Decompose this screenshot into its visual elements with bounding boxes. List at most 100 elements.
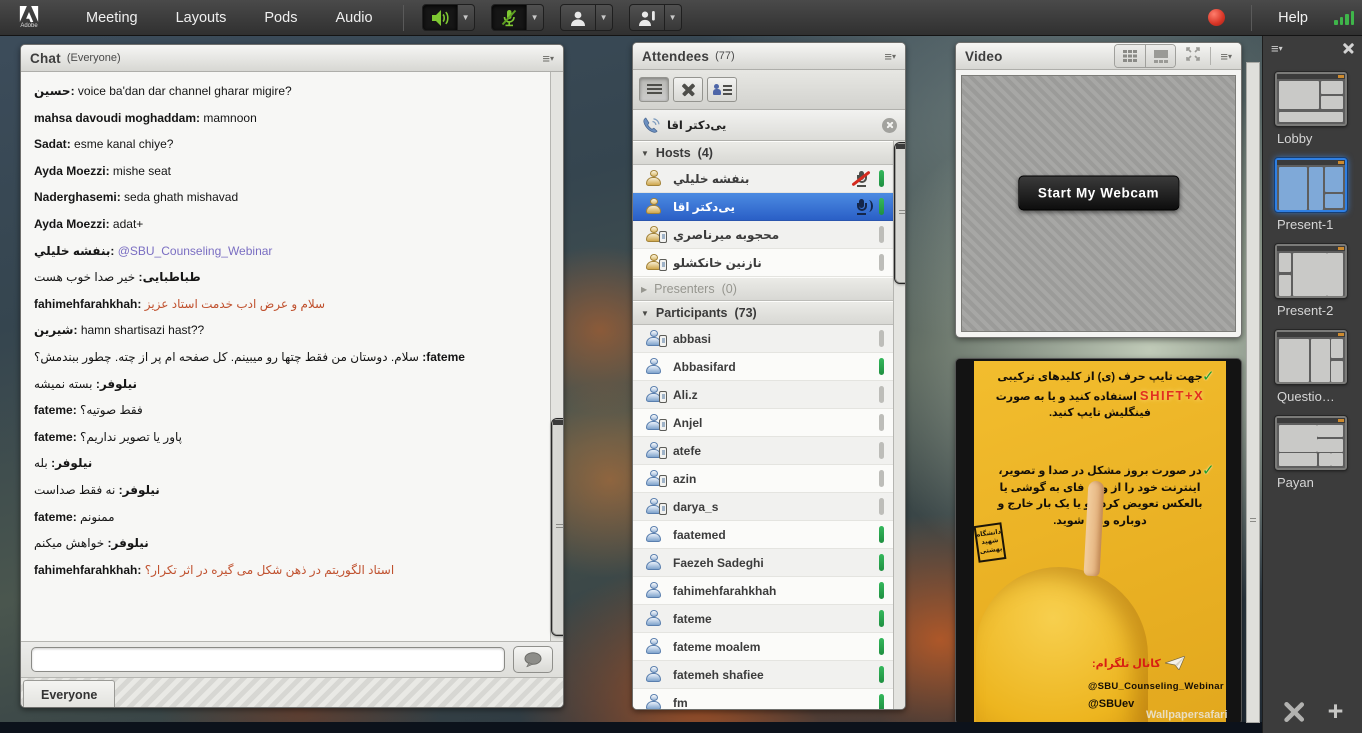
attendee-row[interactable]: fateme moalem <box>633 633 893 661</box>
chat-message: بنفشه خليلي@SBU_Counseling_Webinar <box>34 244 540 260</box>
send-message-button[interactable] <box>513 646 553 673</box>
menu-layouts[interactable]: Layouts <box>176 10 227 26</box>
stage-scrollbar[interactable] <box>1246 62 1260 723</box>
menu-pods[interactable]: Pods <box>264 10 297 26</box>
layout-thumbnail[interactable] <box>1275 72 1347 126</box>
mobile-badge-icon <box>659 447 667 459</box>
participants-expand-icon[interactable]: ▼ <box>641 309 649 318</box>
attendee-row[interactable]: Abbasifard <box>633 353 893 381</box>
chat-scrollbar[interactable] <box>550 72 563 641</box>
attendees-scrollbar-thumb[interactable] <box>895 143 906 283</box>
attendee-row[interactable]: fm <box>633 689 893 709</box>
chat-message: mahsa davoudi moghaddammamnoon <box>34 111 540 127</box>
menu-audio[interactable]: Audio <box>335 10 372 26</box>
attendee-row[interactable]: darya_s <box>633 493 893 521</box>
layout-item[interactable]: Questio… <box>1275 330 1350 404</box>
chat-message-author: طباطبایی <box>135 270 200 284</box>
webcam-button[interactable] <box>560 4 596 31</box>
layout-thumbnail[interactable] <box>1275 416 1347 470</box>
attendee-row[interactable]: fahimehfarahkhah <box>633 577 893 605</box>
chat-message-author: نیلوفر <box>92 377 137 391</box>
attendees-pod-title: Attendees <box>642 49 709 64</box>
attendees-pod-menu-icon[interactable]: ≡▾ <box>884 50 896 63</box>
mobile-badge-icon <box>659 391 667 403</box>
attendee-row[interactable]: atefe <box>633 437 893 465</box>
microphone-dropdown[interactable]: ▼ <box>527 4 544 31</box>
menu-meeting[interactable]: Meeting <box>86 10 138 26</box>
attendee-row[interactable]: Ali.z <box>633 381 893 409</box>
dismiss-speaker-button[interactable] <box>882 118 897 133</box>
fullscreen-arrows-icon <box>1185 47 1201 61</box>
attendee-avatar-icon <box>645 666 664 683</box>
raise-hand-dropdown[interactable]: ▼ <box>665 4 682 31</box>
connection-status-bar <box>879 498 884 515</box>
filmstrip-view-button[interactable] <box>1145 45 1175 67</box>
attendees-list[interactable]: ▼ Hosts (4) بنفشه خليلي <box>633 141 893 709</box>
attendee-avatar-icon <box>645 638 664 655</box>
status-view-button[interactable] <box>707 77 737 102</box>
layout-thumbnail[interactable] <box>1275 158 1347 212</box>
layout-item[interactable]: Present-2 <box>1275 244 1350 318</box>
attendee-row[interactable]: abbasi <box>633 325 893 353</box>
attendee-row[interactable]: fatemeh shafiee <box>633 661 893 689</box>
chat-message-text: فقط صوتیه؟ <box>80 403 143 417</box>
layouts-menu-icon[interactable]: ≡▾ <box>1271 41 1283 56</box>
close-icon[interactable] <box>1343 43 1354 54</box>
attendee-row[interactable]: یی‌دکتر اقا <box>633 193 893 221</box>
attendee-row[interactable]: بنفشه خليلي <box>633 165 893 193</box>
chat-message-text: سلام. دوستان من فقط چتها رو میبینم. کل ص… <box>34 350 419 364</box>
attendee-row[interactable]: Faezeh Sadeghi <box>633 549 893 577</box>
chat-pod-menu-icon[interactable]: ≡▾ <box>542 52 554 65</box>
active-speaker-name: یی‌دکتر اقا <box>667 118 726 132</box>
attendee-row[interactable]: Anjel <box>633 409 893 437</box>
presenters-section-header[interactable]: ▶ Presenters (0) <box>633 277 893 301</box>
attendee-row[interactable]: faatemed <box>633 521 893 549</box>
recording-indicator[interactable] <box>1208 9 1225 26</box>
presenters-expand-icon[interactable]: ▶ <box>641 285 647 294</box>
layout-thumbnail[interactable] <box>1275 330 1347 384</box>
hosts-expand-icon[interactable]: ▼ <box>641 149 649 158</box>
start-webcam-button[interactable]: Start My Webcam <box>1018 176 1179 211</box>
list-view-button[interactable] <box>639 77 669 102</box>
chat-message-text: esme kanal chiye? <box>74 137 173 151</box>
webcam-dropdown[interactable]: ▼ <box>596 4 613 31</box>
participants-section-header[interactable]: ▼ Participants (73) <box>633 301 893 325</box>
add-layout-button[interactable]: + <box>1328 698 1344 725</box>
speaker-button[interactable] <box>422 4 458 31</box>
chat-message-text: @SBU_Counseling_Webinar <box>118 244 273 258</box>
microphone-button[interactable] <box>491 4 527 31</box>
attendee-name: fatemeh shafiee <box>673 668 870 682</box>
help-menu[interactable]: Help <box>1278 10 1308 26</box>
attendee-name: darya_s <box>673 500 870 514</box>
attendee-row[interactable]: fateme <box>633 605 893 633</box>
chat-message: fatemeپاور یا تصویر نداریم؟ <box>34 430 540 446</box>
layout-item[interactable]: Payan <box>1275 416 1350 490</box>
fullscreen-button[interactable] <box>1185 47 1201 66</box>
layout-thumbnail[interactable] <box>1275 244 1347 298</box>
raise-hand-button[interactable] <box>629 4 665 31</box>
attendees-pod: Attendees (77) ≡▾ یی‌دکتر اقا ▼ Hosts (4… <box>632 42 906 710</box>
chat-scrollbar-thumb[interactable] <box>552 419 564 635</box>
grid-view-button[interactable] <box>1115 45 1145 67</box>
layout-item[interactable]: Present-1 <box>1275 158 1350 232</box>
telegram-label: کانال تلگرام: <box>1092 657 1161 670</box>
video-pod-menu-icon[interactable]: ≡▾ <box>1220 50 1232 63</box>
attendee-row[interactable]: محجوبه میرناصري <box>633 221 893 249</box>
chat-message-text: بسته نمیشه <box>34 377 92 391</box>
hosts-section-header[interactable]: ▼ Hosts (4) <box>633 141 893 165</box>
chat-messages[interactable]: حسینvoice ba'dan dar channel gharar migi… <box>21 72 550 641</box>
chat-input[interactable] <box>31 647 505 672</box>
menubar-separator <box>403 5 404 31</box>
speaker-dropdown[interactable]: ▼ <box>458 4 475 31</box>
attendee-row[interactable]: azin <box>633 465 893 493</box>
speech-bubble-icon <box>523 652 543 668</box>
attendees-scrollbar[interactable] <box>893 141 905 709</box>
tab-everyone[interactable]: Everyone <box>23 680 115 708</box>
attendee-row[interactable]: نازنین خانکشلو <box>633 249 893 277</box>
attendee-avatar-icon <box>645 582 664 599</box>
manage-layouts-tools-icon[interactable] <box>1282 701 1306 723</box>
chat-message-author: حسین <box>34 84 78 98</box>
layout-item[interactable]: Lobby <box>1275 72 1350 146</box>
chat-message: Ayda Moezziadat+ <box>34 217 540 233</box>
breakout-view-button[interactable] <box>673 77 703 102</box>
